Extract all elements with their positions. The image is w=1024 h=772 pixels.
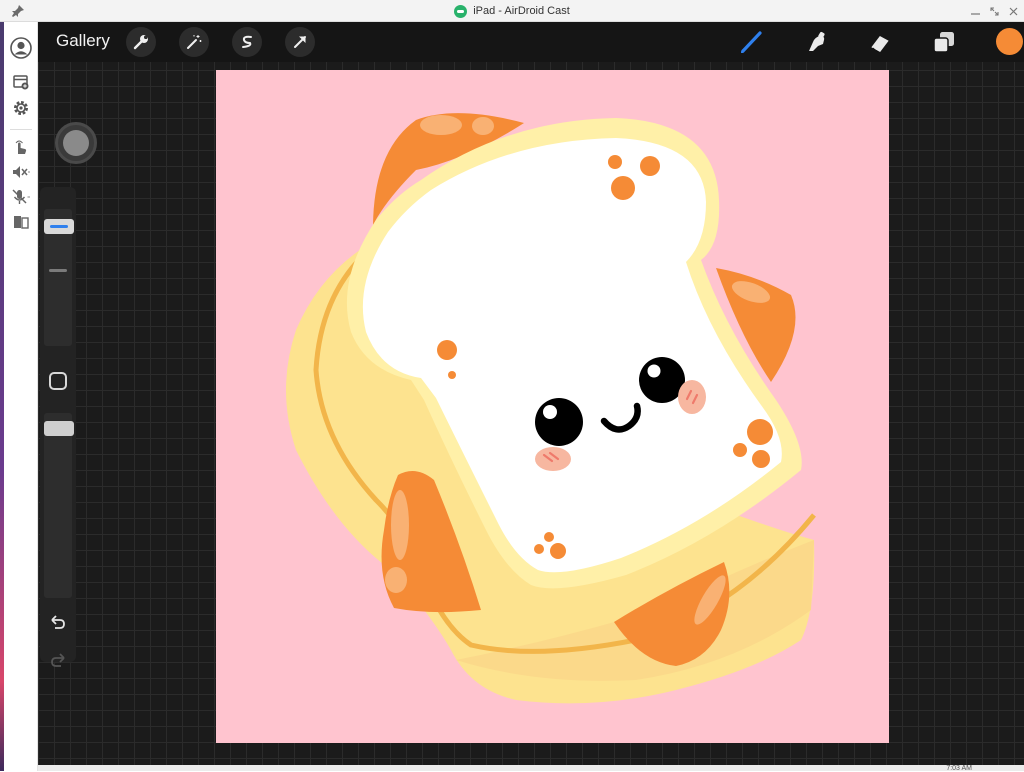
close-icon[interactable] <box>1009 7 1018 16</box>
layers-icon[interactable] <box>929 27 959 57</box>
crumb-dot <box>534 544 544 554</box>
magic-wand-icon[interactable] <box>179 27 209 57</box>
smudge-icon[interactable] <box>801 27 831 57</box>
cast-toolbar <box>0 22 38 771</box>
account-icon[interactable] <box>10 37 32 59</box>
transform-arrow-icon[interactable] <box>285 27 315 57</box>
window-titlebar: iPad - AirDroid Cast <box>0 0 1024 22</box>
restore-icon[interactable] <box>990 6 999 16</box>
settings-icon[interactable] <box>10 97 32 119</box>
left-cheek <box>535 447 571 471</box>
crumb-dot <box>448 371 456 379</box>
eraser-icon[interactable] <box>865 27 895 57</box>
left-eye-shine <box>543 405 557 419</box>
crumb-dot <box>608 155 622 169</box>
ipad-screen: Gallery <box>38 22 1024 765</box>
split-screen-icon[interactable] <box>10 211 32 233</box>
toolbar-divider <box>10 129 32 130</box>
crumb-dot <box>747 419 773 445</box>
quick-menu-button[interactable] <box>55 122 97 164</box>
brush-icon[interactable] <box>737 27 767 57</box>
crumb-dot <box>550 543 566 559</box>
opacity-handle[interactable] <box>44 421 74 436</box>
procreate-top-bar: Gallery <box>38 22 1024 62</box>
brush-size-handle[interactable] <box>44 219 74 234</box>
minimize-icon[interactable] <box>971 7 980 16</box>
left-eye <box>535 398 583 446</box>
wrench-icon[interactable] <box>126 27 156 57</box>
redo-icon[interactable] <box>48 651 68 669</box>
procreate-sidebar <box>40 187 76 667</box>
add-device-icon[interactable] <box>10 71 32 93</box>
desktop-wallpaper-edge <box>0 22 4 771</box>
crumb-dot <box>640 156 660 176</box>
status-strip <box>38 765 1024 771</box>
modify-button[interactable] <box>49 372 67 390</box>
right-eye-shine <box>647 364 661 378</box>
toast-illustration <box>286 113 816 704</box>
crumb-dot <box>611 176 635 200</box>
gallery-button[interactable]: Gallery <box>56 31 110 51</box>
cheese-highlight <box>385 567 407 593</box>
opacity-slider[interactable] <box>44 413 72 598</box>
cheese-highlight <box>391 490 409 560</box>
window-title: iPad - AirDroid Cast <box>473 5 570 17</box>
crumb-dot <box>752 450 770 468</box>
drawing-canvas[interactable] <box>216 70 889 743</box>
microphone-muted-icon[interactable] <box>10 186 32 208</box>
slider-tick <box>49 269 67 272</box>
selection-icon[interactable] <box>232 27 262 57</box>
cheese-highlight <box>472 117 494 135</box>
speaker-muted-icon[interactable] <box>10 161 32 183</box>
touch-control-icon[interactable] <box>10 136 32 158</box>
undo-icon[interactable] <box>48 613 68 631</box>
crumb-dot <box>733 443 747 457</box>
crumb-dot <box>544 532 554 542</box>
airdroid-logo-icon <box>454 4 468 18</box>
color-picker-button[interactable] <box>996 28 1023 55</box>
cheese-highlight <box>420 115 462 135</box>
right-cheek <box>678 380 706 414</box>
crumb-dot <box>437 340 457 360</box>
